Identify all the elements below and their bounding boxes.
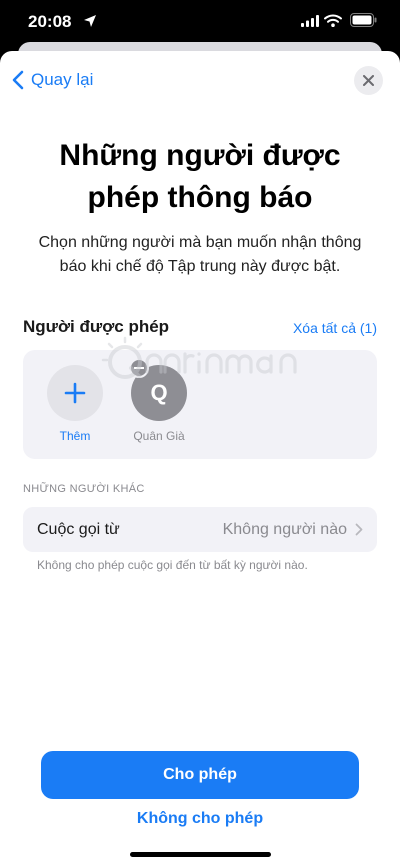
- back-button[interactable]: Quay lại: [12, 67, 93, 93]
- battery-icon: [350, 13, 377, 27]
- chevron-left-icon: [12, 70, 24, 90]
- plus-icon: [64, 382, 86, 404]
- other-people-header: NHỮNG NGƯỜI KHÁC: [23, 483, 145, 495]
- focus-sheet: Quay lại Những người được phép thông báo…: [0, 51, 400, 865]
- back-label: Quay lại: [31, 70, 94, 89]
- allow-button[interactable]: Cho phép: [41, 751, 359, 799]
- location-icon: [84, 15, 96, 27]
- close-icon: [363, 75, 374, 86]
- status-bar: 20:08: [0, 0, 400, 44]
- home-indicator: [130, 852, 271, 857]
- allowed-people-label: Người được phép: [23, 317, 170, 336]
- wifi-icon: [324, 14, 342, 27]
- minus-icon: [134, 367, 144, 369]
- signal-icon: [301, 15, 319, 27]
- allowed-people-card: Thêm Q Quân Già: [23, 350, 377, 459]
- contact-name: Quân Già: [133, 429, 185, 443]
- add-person-label: Thêm: [59, 429, 91, 443]
- calls-from-label: Cuộc gọi từ: [37, 520, 120, 538]
- calls-footnote: Không cho phép cuộc gọi đến từ bất kỳ ng…: [37, 558, 308, 572]
- remove-contact-button[interactable]: [129, 358, 149, 378]
- clear-all-button[interactable]: Xóa tất cả (1): [293, 320, 377, 336]
- calls-from-value: Không người nào: [222, 520, 347, 538]
- chevron-right-icon: [355, 523, 363, 536]
- status-time: 20:08: [28, 12, 72, 31]
- calls-from-row[interactable]: Cuộc gọi từ Không người nào: [23, 507, 377, 552]
- deny-button[interactable]: Không cho phép: [41, 806, 359, 832]
- close-button[interactable]: [354, 66, 383, 95]
- page-subtitle: Chọn những người mà bạn muốn nhận thông …: [38, 234, 362, 275]
- add-person-button[interactable]: [47, 365, 103, 421]
- avatar-initial: Q: [150, 380, 168, 405]
- page-title: Những người được phép thông báo: [59, 139, 341, 214]
